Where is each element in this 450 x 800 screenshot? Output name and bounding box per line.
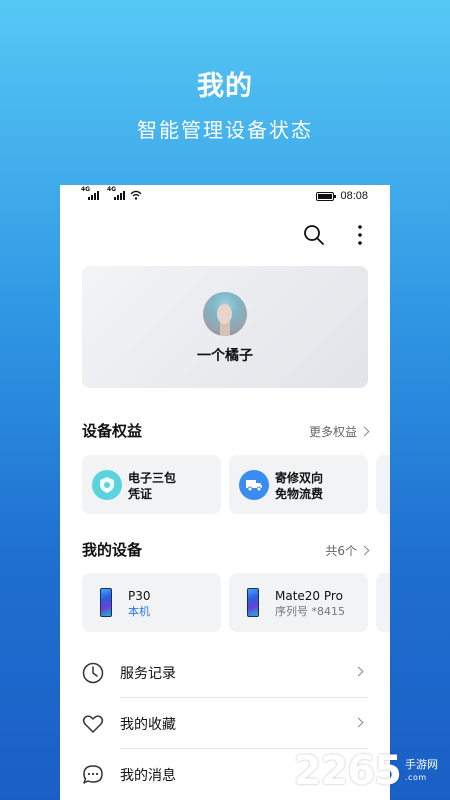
battery-icon [316, 191, 337, 201]
profile-name: 一个橘子 [197, 348, 253, 364]
watermark-suffix: 手游网 [405, 758, 438, 771]
status-time: 08:08 [340, 190, 368, 202]
phone-icon [247, 588, 259, 617]
chevron-right-icon [359, 426, 370, 437]
chevron-right-icon [353, 717, 364, 728]
network-type-label: 4G [81, 186, 91, 193]
devices-title: 我的设备 [82, 541, 143, 559]
watermark-logo: 2265 手游网 .com [294, 748, 438, 794]
menu-item-service-records[interactable]: 服务记录 [82, 648, 368, 698]
device-card-p30[interactable]: P30 本机 [82, 573, 221, 632]
clock-icon [82, 662, 104, 684]
device-card-partial[interactable] [376, 573, 390, 632]
menu-label: 我的消息 [120, 768, 176, 784]
benefits-more-link[interactable]: 更多权益 [308, 423, 370, 440]
devices-count-link[interactable]: 共6个 [325, 542, 370, 559]
watermark-number: 2265 [293, 748, 402, 794]
network-type-label: 4G [107, 186, 117, 193]
truck-icon [239, 470, 269, 500]
menu-label: 我的收藏 [120, 717, 176, 733]
signal-icon: 4G [107, 186, 125, 200]
benefit-line1: 电子三包 [128, 471, 177, 485]
signal-icon: 4G [81, 186, 99, 200]
search-button[interactable] [302, 223, 326, 247]
more-vertical-icon [358, 225, 362, 245]
benefit-line1: 寄修双向 [275, 471, 324, 485]
heart-icon [82, 715, 104, 733]
watermark-domain: .com [405, 773, 427, 782]
avatar[interactable] [203, 292, 247, 336]
more-options-button[interactable] [348, 223, 372, 247]
device-sub: 本机 [128, 605, 150, 618]
benefits-more-label: 更多权益 [308, 425, 357, 439]
device-sub: 序列号 *8415 [275, 605, 345, 618]
benefit-tile-warranty[interactable]: 电子三包 凭证 [82, 455, 221, 514]
promo-subtitle: 智能管理设备状态 [137, 118, 313, 142]
divider [120, 697, 368, 698]
menu-label: 服务记录 [120, 666, 176, 682]
phone-screen: 4G 4G 08:08 一个橘子 设备权益 更多权益 电子三包 凭证 寄修双向 … [60, 185, 390, 800]
benefit-line2: 凭证 [128, 487, 153, 501]
benefit-tile-partial[interactable] [376, 455, 390, 514]
profile-card[interactable]: 一个橘子 [82, 266, 368, 388]
device-name: P30 [128, 589, 151, 603]
chevron-right-icon [353, 666, 364, 677]
status-bar: 4G 4G 08:08 [60, 185, 390, 209]
phone-icon [100, 588, 112, 617]
message-icon [83, 765, 103, 784]
warranty-icon [92, 470, 122, 500]
wifi-icon [130, 190, 142, 200]
benefit-tile-repair[interactable]: 寄修双向 免物流费 [229, 455, 368, 514]
devices-count-label: 共6个 [325, 544, 357, 558]
search-icon [304, 225, 324, 245]
benefits-title: 设备权益 [82, 422, 143, 440]
menu-item-favorites[interactable]: 我的收藏 [82, 699, 368, 749]
promo-title: 我的 [197, 71, 253, 102]
benefit-line2: 免物流费 [275, 487, 324, 501]
device-card-mate20pro[interactable]: Mate20 Pro 序列号 *8415 [229, 573, 368, 632]
chevron-right-icon [359, 545, 370, 556]
device-name: Mate20 Pro [275, 589, 343, 603]
